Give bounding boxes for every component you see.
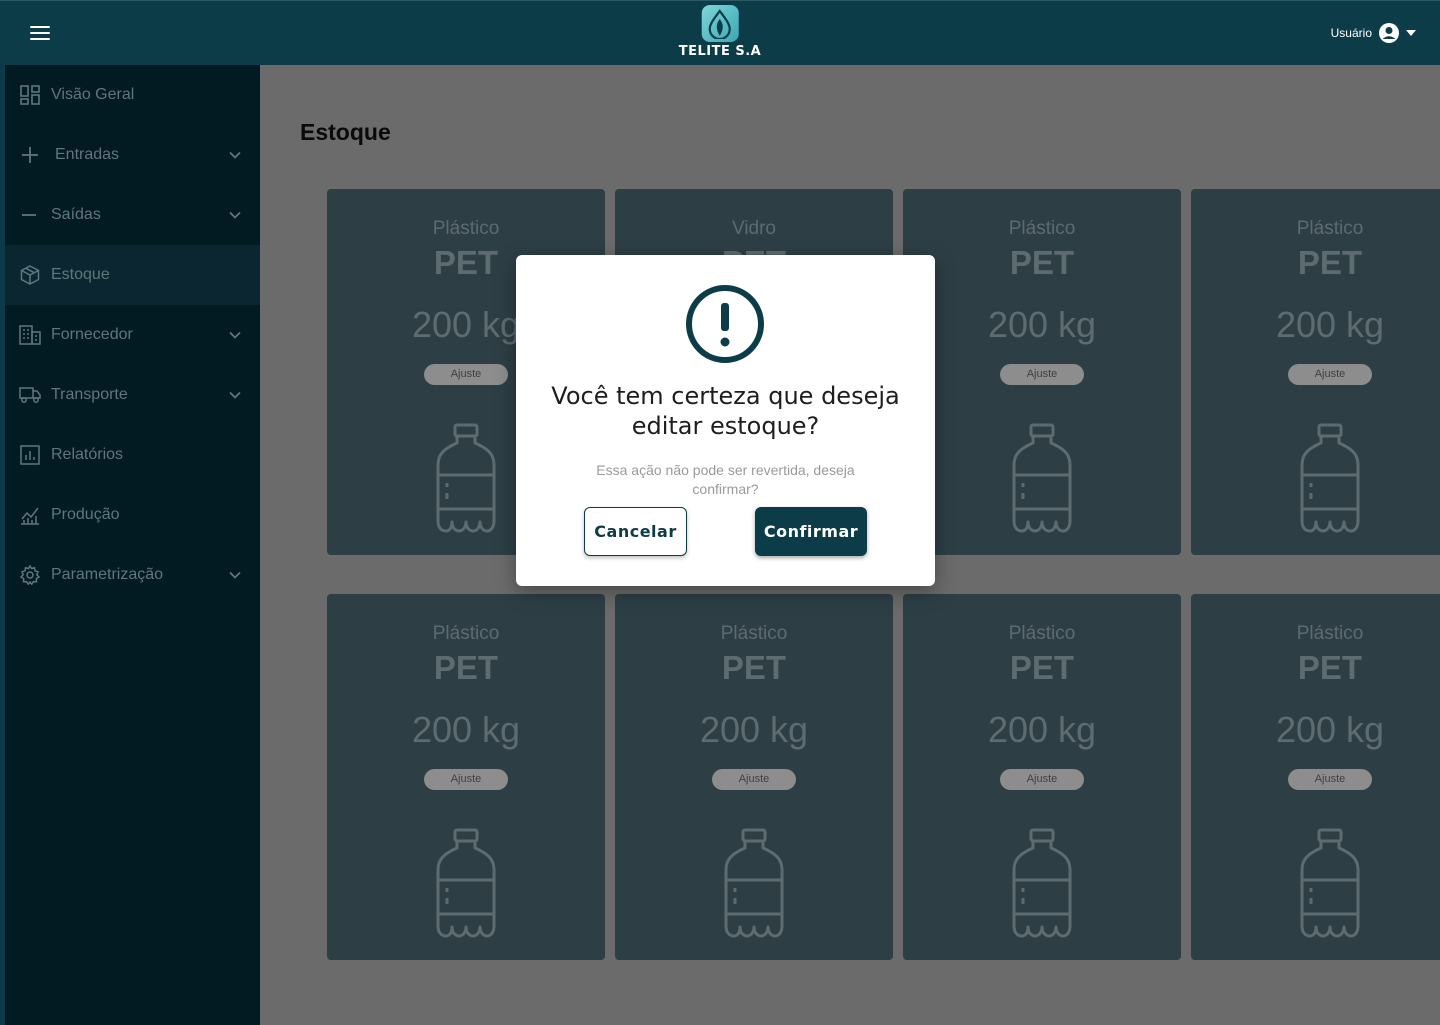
page-title: Estoque xyxy=(300,119,391,145)
report-icon xyxy=(19,444,41,466)
chevron-down-icon xyxy=(229,211,241,219)
card-material-type: PET xyxy=(433,649,499,686)
card-category: Plástico xyxy=(1008,218,1076,239)
bottle-icon xyxy=(435,828,497,940)
card-quantity: 200 kg xyxy=(987,709,1097,750)
confirm-dialog: Você tem certeza que deseja editar estoq… xyxy=(516,255,935,586)
adjust-button[interactable]: Ajuste xyxy=(424,769,508,790)
sidebar-item-entradas[interactable]: Entradas xyxy=(5,125,260,185)
sidebar-item-visao-geral[interactable]: Visão Geral xyxy=(5,65,260,125)
card-quantity: 200 kg xyxy=(411,709,521,750)
minus-icon xyxy=(19,204,41,226)
card-category: Plástico xyxy=(1296,623,1364,644)
bottle-icon xyxy=(723,828,785,940)
sidebar-item-estoque[interactable]: Estoque xyxy=(5,245,260,305)
adjust-button[interactable]: Ajuste xyxy=(1288,769,1372,790)
chevron-down-icon xyxy=(229,571,241,579)
chevron-down-icon xyxy=(229,331,241,339)
adjust-button[interactable]: Ajuste xyxy=(712,769,796,790)
leaf-drop-icon xyxy=(701,5,739,42)
stock-card: Plástico PET 200 kg Ajuste xyxy=(903,189,1181,555)
adjust-button[interactable]: Ajuste xyxy=(1000,769,1084,790)
adjust-button[interactable]: Ajuste xyxy=(1288,364,1372,385)
sidebar-item-label: Estoque xyxy=(51,266,110,283)
card-category: Plástico xyxy=(432,623,500,644)
production-chart-icon xyxy=(19,504,41,526)
user-label: Usuário xyxy=(1330,26,1372,40)
box-icon xyxy=(19,264,41,286)
dashboard-icon xyxy=(19,84,41,106)
sidebar-item-label: Transporte xyxy=(51,386,128,403)
stock-card: Plástico PET 200 kg Ajuste xyxy=(327,594,605,960)
sidebar: Visão Geral Entradas Saídas Estoque Forn… xyxy=(0,65,260,1025)
chevron-down-icon xyxy=(229,151,241,159)
user-avatar-icon xyxy=(1379,23,1399,43)
top-bar: TELITE S.A Usuário xyxy=(0,0,1440,65)
card-category: Plástico xyxy=(1296,218,1364,239)
menu-icon[interactable] xyxy=(30,26,50,40)
sidebar-item-label: Entradas xyxy=(55,146,120,163)
bottle-icon xyxy=(1299,423,1361,535)
sidebar-item-label: Parametrização xyxy=(51,566,164,583)
sidebar-item-fornecedor[interactable]: Fornecedor xyxy=(5,305,260,365)
bottle-icon xyxy=(1011,828,1073,940)
card-category: Vidro xyxy=(731,218,776,239)
sidebar-item-label: Produção xyxy=(51,506,120,523)
card-material-type: PET xyxy=(721,649,787,686)
card-quantity: 200 kg xyxy=(1275,304,1385,345)
sidebar-item-label: Visão Geral xyxy=(51,86,135,103)
stock-card: Plástico PET 200 kg Ajuste xyxy=(903,594,1181,960)
stock-card: Plástico PET 200 kg Ajuste xyxy=(1191,594,1440,960)
truck-icon xyxy=(19,384,41,406)
building-icon xyxy=(19,324,41,346)
card-category: Plástico xyxy=(720,623,788,644)
bottle-icon xyxy=(435,423,497,535)
dialog-title: Você tem certeza que deseja editar estoq… xyxy=(551,382,900,440)
adjust-button[interactable]: Ajuste xyxy=(424,364,508,385)
stock-card: Plástico PET 200 kg Ajuste xyxy=(615,594,893,960)
card-material-type: PET xyxy=(1009,244,1075,281)
stock-card: Plástico PET 200 kg Ajuste xyxy=(1191,189,1440,555)
chevron-down-icon xyxy=(229,391,241,399)
card-material-type: PET xyxy=(1297,649,1363,686)
exclamation-icon xyxy=(686,285,764,363)
card-material-type: PET xyxy=(1297,244,1363,281)
user-menu[interactable]: Usuário xyxy=(1331,22,1416,44)
sidebar-item-label: Fornecedor xyxy=(51,326,133,343)
cancel-button[interactable]: Cancelar xyxy=(584,507,687,556)
sidebar-item-label: Saídas xyxy=(51,206,101,223)
card-material-type: PET xyxy=(1009,649,1075,686)
gear-icon xyxy=(19,564,41,586)
sidebar-item-saidas[interactable]: Saídas xyxy=(5,185,260,245)
adjust-button[interactable]: Ajuste xyxy=(1000,364,1084,385)
sidebar-item-relatorios[interactable]: Relatórios xyxy=(5,425,260,485)
card-quantity: 200 kg xyxy=(699,709,809,750)
sidebar-item-label: Relatórios xyxy=(51,446,124,463)
caret-down-icon xyxy=(1406,30,1416,36)
card-category: Plástico xyxy=(432,218,500,239)
confirm-button[interactable]: Confirmar xyxy=(755,507,867,556)
sidebar-item-transporte[interactable]: Transporte xyxy=(5,365,260,425)
bottle-icon xyxy=(1299,828,1361,940)
brand-logo: TELITE S.A xyxy=(679,5,762,59)
card-category: Plástico xyxy=(1008,623,1076,644)
card-quantity: 200 kg xyxy=(987,304,1097,345)
brand-name: TELITE S.A xyxy=(678,44,762,59)
plus-icon xyxy=(19,144,41,166)
card-quantity: 200 kg xyxy=(1275,709,1385,750)
dialog-subtitle: Essa ação não pode ser revertida, deseja… xyxy=(596,462,855,497)
sidebar-item-producao[interactable]: Produção xyxy=(5,485,260,545)
bottle-icon xyxy=(1011,423,1073,535)
sidebar-item-parametrizacao[interactable]: Parametrização xyxy=(5,545,260,605)
